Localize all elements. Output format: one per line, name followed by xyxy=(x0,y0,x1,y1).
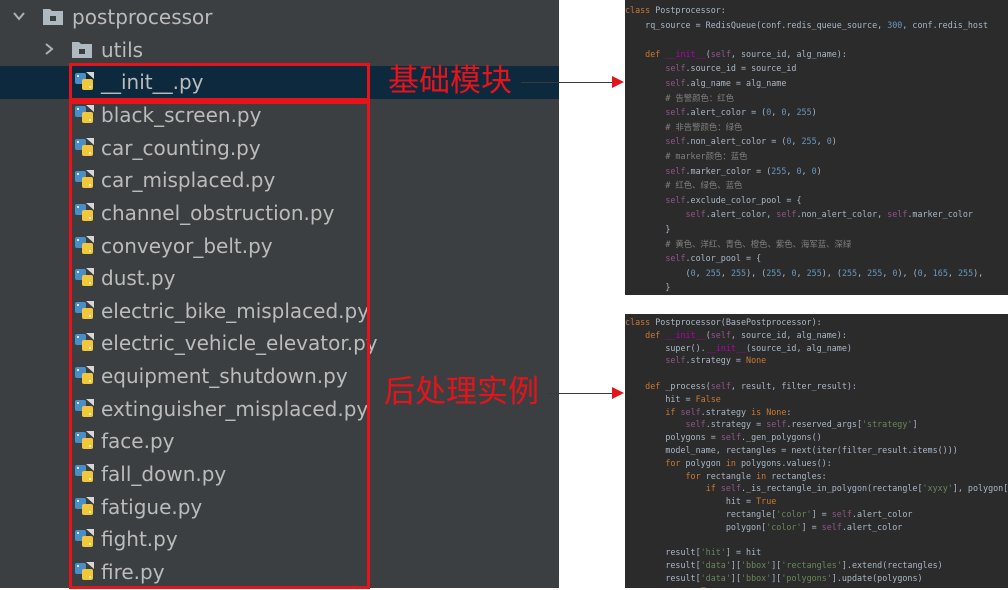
code-line: hit = True xyxy=(625,496,777,507)
code-line: self.exclude_color_pool = { xyxy=(665,194,802,205)
tree-label-utils: utils xyxy=(101,38,144,62)
code-snippet-base-module: class Postprocessor: rq_source = RedisQu… xyxy=(625,0,1008,295)
chevron-down-icon[interactable] xyxy=(12,9,26,23)
code-line: } xyxy=(625,282,671,293)
code-line: class Postprocessor(BasePostprocessor): xyxy=(625,317,822,327)
code-line: for rectangle in rectangles: xyxy=(685,470,827,481)
arrow-head-icon xyxy=(612,76,624,88)
callout-base-module: 基础模块 xyxy=(388,63,512,99)
code-line: self.strategy = None xyxy=(665,355,767,366)
code-line: rectangle['color'] = self.alert_color xyxy=(625,509,913,519)
code-line: def _process(self, result, filter_result… xyxy=(645,381,857,391)
code-line: def __init__(self, source_id, alg_name): xyxy=(645,48,847,59)
code-snippet-postprocess-example: class Postprocessor(BasePostprocessor): … xyxy=(625,314,1008,588)
code-line: self.alert_color, self.non_alert_color, … xyxy=(685,209,973,220)
code-line: result['hit'] = hit xyxy=(625,547,762,558)
code-line: model_name, rectangles = next(iter(filte… xyxy=(625,445,958,455)
arrow-head-icon xyxy=(612,387,624,399)
code-line: result['data']['bbox']['polygons'].updat… xyxy=(625,573,923,583)
folder-icon xyxy=(43,9,63,25)
code-line: self.source_id = source_id xyxy=(665,63,797,74)
code-line: # 红色、绿色、蓝色 xyxy=(665,180,743,191)
chevron-right-icon[interactable] xyxy=(42,42,56,56)
highlight-box-postprocess-examples xyxy=(69,101,370,589)
code-line: # 告警颜色：红色 xyxy=(665,92,735,103)
code-line: if self._is_rectangle_in_polygon(rectang… xyxy=(705,483,1008,494)
code-line: self.color_pool = { xyxy=(665,253,762,264)
code-line: rq_source = RedisQueue(conf.redis_queue_… xyxy=(625,19,989,30)
highlight-box-base-module xyxy=(69,63,370,101)
code-line: self.alert_color = (0, 0, 255) xyxy=(665,107,817,118)
callout-postprocess-examples: 后处理实例 xyxy=(384,374,539,410)
code-line: self.marker_color = (255, 0, 0) xyxy=(665,165,822,176)
code-line: for polygon in polygons.values(): xyxy=(665,457,832,468)
code-line: super().__init__(source_id, alg_name) xyxy=(625,342,852,353)
code-line: result['data']['bbox']['rectangles'].ext… xyxy=(625,560,943,571)
code-line: (0, 255, 255), (255, 0, 255), (255, 255,… xyxy=(625,267,984,278)
code-line: polygons = self._gen_polygons() xyxy=(625,432,822,443)
code-line: # 黄色、洋红、青色、橙色、紫色、海军蓝、深绿 xyxy=(665,238,852,249)
callout-line-base xyxy=(521,82,613,83)
code-line: def __init__(self, source_id, alg_name): xyxy=(645,329,847,340)
code-line: self.alg_name = alg_name xyxy=(665,78,787,88)
code-line: if self.strategy is None: xyxy=(665,406,792,417)
callout-line-examples xyxy=(547,393,613,394)
code-line: class Postprocessor: xyxy=(625,5,726,15)
tree-label-postprocessor: postprocessor xyxy=(72,5,213,29)
code-line: polygon['color'] = self.alert_color xyxy=(625,521,903,532)
code-line: self.strategy = self.reserved_args['stra… xyxy=(685,419,918,430)
code-line: } xyxy=(625,224,671,234)
folder-icon xyxy=(72,42,92,58)
code-line: self.non_alert_color = (0, 255, 0) xyxy=(665,136,837,147)
code-line: # 非告警颜色：绿色 xyxy=(665,121,743,132)
code-line: return True xyxy=(625,585,720,588)
tree-row-postprocessor[interactable]: postprocessor xyxy=(0,1,559,34)
code-line: # marker颜色：蓝色 xyxy=(665,151,748,161)
code-line: hit = False xyxy=(625,393,721,404)
